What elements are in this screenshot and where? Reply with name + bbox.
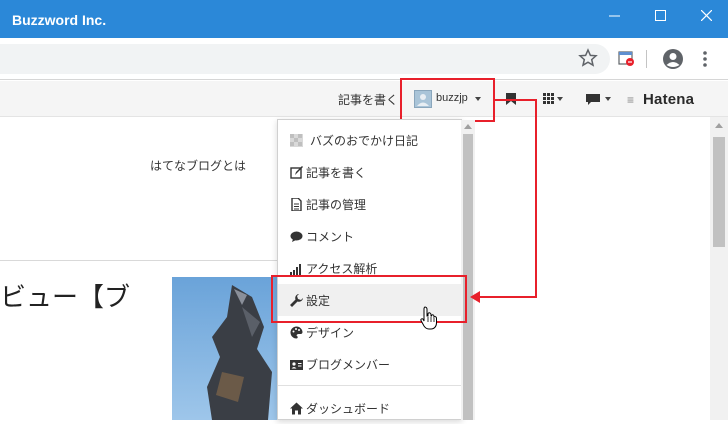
article-headline[interactable]: ビュー【ブ bbox=[0, 277, 130, 314]
menu-item-label: バズのおでかけ日記 bbox=[310, 134, 419, 148]
maximize-button[interactable] bbox=[637, 0, 683, 32]
bar-chart-icon bbox=[290, 264, 301, 275]
menu-separator bbox=[278, 385, 461, 386]
scroll-up-icon[interactable] bbox=[464, 124, 472, 129]
more-icon[interactable] bbox=[700, 48, 710, 70]
about-hatena-blog-link[interactable]: はてなブログとは bbox=[150, 157, 246, 174]
menu-item-blog-members[interactable]: ブログメンバー bbox=[278, 348, 461, 380]
hatena-logo-icon: ≡ bbox=[627, 93, 635, 107]
window-titlebar: Buzzword Inc. bbox=[0, 0, 728, 38]
menu-item-label: 記事を書く bbox=[306, 166, 367, 180]
star-icon[interactable] bbox=[578, 48, 598, 68]
palette-icon bbox=[290, 326, 303, 339]
comment-icon bbox=[290, 231, 303, 242]
close-button[interactable] bbox=[683, 0, 728, 32]
annotation-line bbox=[535, 99, 537, 298]
member-icon bbox=[290, 360, 303, 370]
menu-item-comments[interactable]: コメント bbox=[278, 220, 461, 252]
address-bar[interactable] bbox=[0, 44, 610, 74]
maximize-icon bbox=[655, 10, 666, 21]
edit-icon bbox=[290, 166, 303, 179]
window-title: Buzzword Inc. bbox=[12, 12, 107, 28]
user-dropdown-menu: バズのおでかけ日記 記事を書く 記事の管理 コメント アクセス解析 設定 デザイ… bbox=[277, 119, 462, 420]
write-article-link[interactable]: 記事を書く bbox=[338, 91, 398, 108]
menu-item-manage-articles[interactable]: 記事の管理 bbox=[278, 188, 461, 220]
menu-item-label: 記事の管理 bbox=[306, 198, 367, 212]
blog-icon bbox=[290, 134, 303, 147]
annotation-line bbox=[478, 296, 537, 298]
page-scroll-thumb[interactable] bbox=[713, 137, 725, 247]
menu-item-blog[interactable]: バズのおでかけ日記 bbox=[278, 124, 461, 156]
scroll-up-icon[interactable] bbox=[715, 123, 723, 128]
minimize-button[interactable] bbox=[591, 0, 637, 32]
extension-icon[interactable] bbox=[616, 48, 636, 68]
notification-icon[interactable] bbox=[585, 93, 611, 106]
menu-item-label: ブログメンバー bbox=[306, 358, 391, 372]
profile-icon[interactable] bbox=[662, 48, 684, 70]
minimize-icon bbox=[609, 15, 620, 17]
menu-item-label: デザイン bbox=[306, 326, 355, 340]
menu-item-label: ダッシュボード bbox=[306, 402, 391, 416]
document-icon bbox=[291, 198, 302, 211]
hatena-logo[interactable]: ≡ Hatena bbox=[627, 91, 694, 108]
toolbar-separator bbox=[646, 50, 647, 68]
user-menu-highlight bbox=[400, 78, 495, 122]
article-photo[interactable] bbox=[172, 277, 277, 420]
home-icon bbox=[290, 402, 303, 415]
menu-item-write-article[interactable]: 記事を書く bbox=[278, 156, 461, 188]
page-scrollbar[interactable] bbox=[710, 117, 728, 420]
annotation-line bbox=[495, 99, 537, 101]
menu-item-label: コメント bbox=[306, 230, 355, 244]
menu-item-dashboard[interactable]: ダッシュボード bbox=[278, 392, 461, 424]
dropdown-scrollbar[interactable] bbox=[461, 120, 475, 420]
hand-cursor-icon bbox=[420, 306, 437, 330]
apps-grid-icon[interactable] bbox=[543, 93, 563, 105]
close-icon bbox=[701, 10, 712, 21]
annotation-arrowhead-icon bbox=[470, 291, 480, 303]
